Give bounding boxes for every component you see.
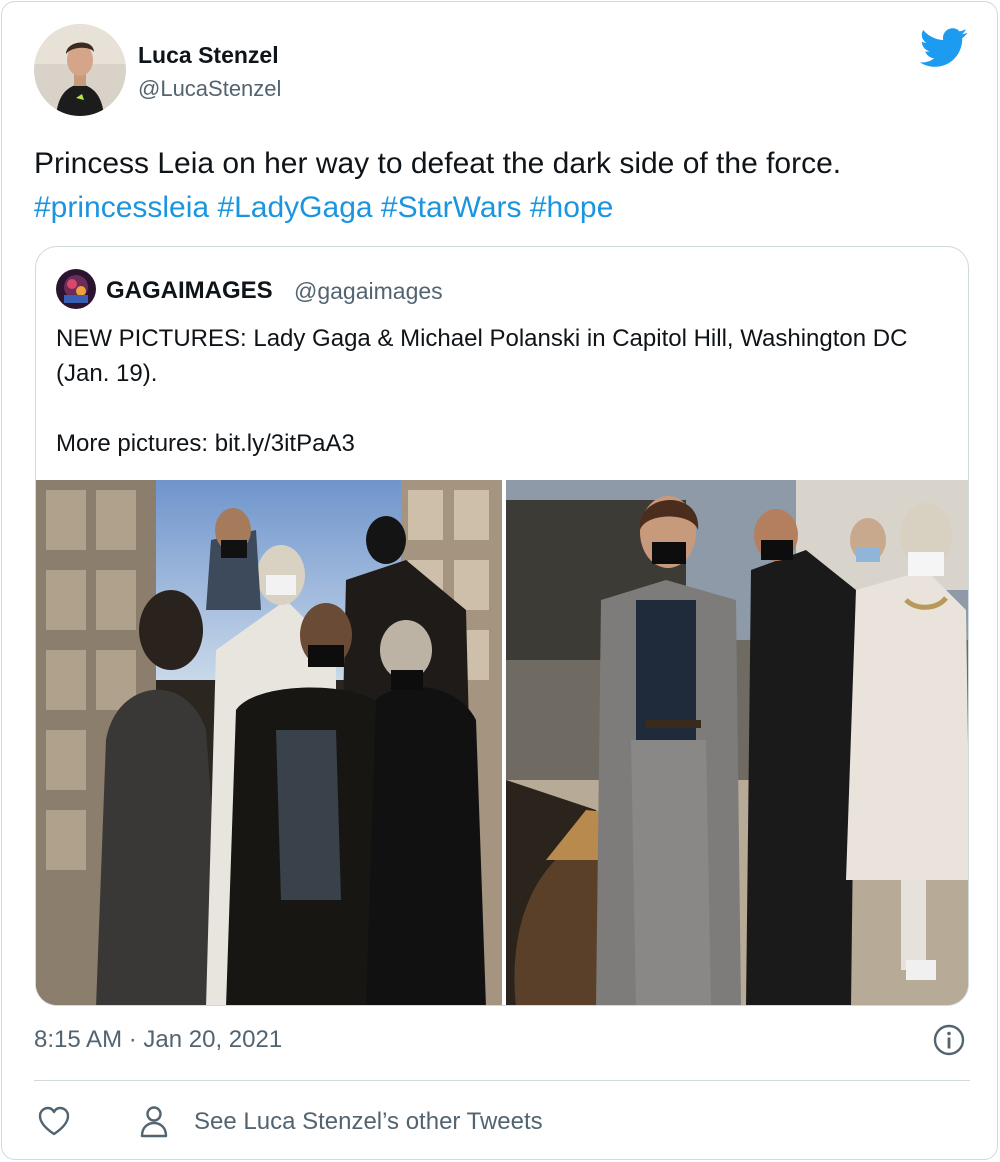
quoted-author-name: GAGAIMAGES bbox=[106, 277, 273, 304]
footer-divider bbox=[34, 1080, 970, 1081]
tweet-timestamp[interactable]: 8:15 AM · Jan 20, 2021 bbox=[34, 1026, 282, 1054]
author-avatar[interactable] bbox=[34, 24, 126, 116]
quoted-photo-grid bbox=[36, 480, 968, 1005]
embedded-tweet-card: Luca Stenzel @LucaStenzel Princess Leia … bbox=[1, 1, 998, 1160]
heart-icon[interactable] bbox=[36, 1104, 72, 1140]
quoted-tweet-text: NEW PICTURES: Lady Gaga & Michael Polans… bbox=[56, 321, 956, 461]
author-name[interactable]: Luca Stenzel bbox=[138, 42, 279, 69]
photo-right[interactable] bbox=[506, 480, 968, 1005]
author-handle[interactable]: @LucaStenzel bbox=[138, 76, 281, 102]
quoted-text-line-2 bbox=[56, 391, 956, 426]
hashtag-princessleia[interactable]: #princessleia bbox=[34, 191, 209, 224]
info-icon[interactable] bbox=[932, 1023, 966, 1057]
hashtag-list: #princessleia #LadyGaga #StarWars #hope bbox=[34, 186, 964, 230]
quoted-text-line-3: More pictures: bit.ly/3itPaA3 bbox=[56, 430, 355, 457]
quoted-author-avatar bbox=[56, 269, 96, 309]
hashtag-starwars[interactable]: #StarWars bbox=[381, 191, 522, 224]
photo-left[interactable] bbox=[36, 480, 502, 1005]
tweet-body: Princess Leia on her way to defeat the d… bbox=[34, 147, 842, 180]
twitter-bird-icon[interactable] bbox=[920, 28, 968, 68]
quoted-author-handle: @gagaimages bbox=[294, 278, 443, 304]
tweet-text: Princess Leia on her way to defeat the d… bbox=[34, 142, 964, 230]
person-icon bbox=[138, 1105, 170, 1139]
quoted-text-line-1: NEW PICTURES: Lady Gaga & Michael Polans… bbox=[56, 325, 908, 387]
see-other-tweets-label: See Luca Stenzel’s other Tweets bbox=[194, 1108, 543, 1135]
hashtag-ladygaga[interactable]: #LadyGaga bbox=[217, 191, 372, 224]
quoted-tweet[interactable]: GAGAIMAGES @gagaimages NEW PICTURES: Lad… bbox=[35, 246, 969, 1006]
see-other-tweets-link[interactable]: See Luca Stenzel’s other Tweets bbox=[138, 1104, 543, 1140]
hashtag-hope[interactable]: #hope bbox=[530, 191, 613, 224]
